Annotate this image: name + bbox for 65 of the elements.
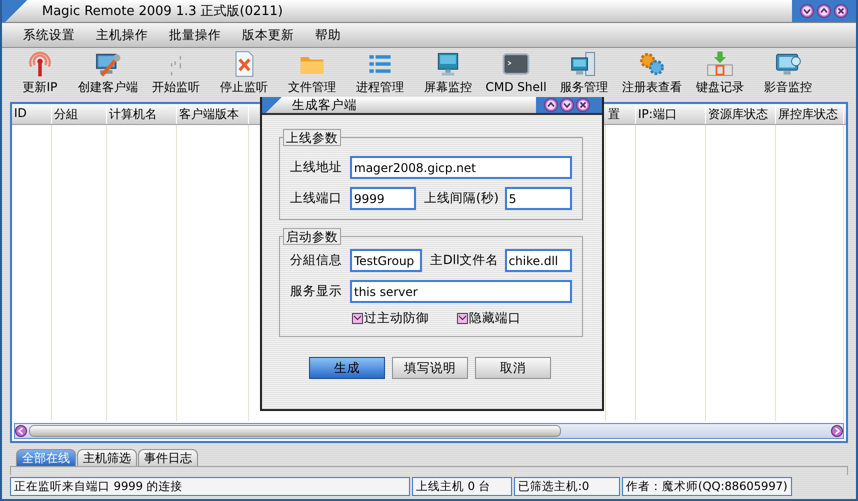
toolbar-button[interactable]: 影音监控 [754, 48, 822, 96]
column-header[interactable]: 置 [606, 104, 636, 124]
input-field[interactable]: this server [350, 280, 572, 303]
column-header[interactable]: 计算机名 [107, 104, 177, 124]
checkbox[interactable] [457, 313, 468, 324]
menu-item[interactable]: 帮助 [304, 24, 351, 46]
status-field: 已筛选主机:0 [514, 477, 620, 496]
dialog-button[interactable]: 填写说明 [392, 357, 468, 379]
field-label: 服务显示 [290, 283, 343, 300]
up-chevron-icon[interactable] [544, 98, 558, 112]
checkbox-label[interactable]: 过主动防御 [364, 310, 429, 327]
keyboard-icon [705, 49, 735, 79]
toolbar-button[interactable]: 开始监听 [142, 48, 210, 96]
status-field: 作者：魔术师(QQ:88605997) [622, 477, 792, 496]
toolbar-button[interactable]: 创建客户端 [74, 48, 142, 96]
input-field[interactable]: chike.dll [504, 249, 572, 272]
down-chevron-icon[interactable] [800, 4, 814, 18]
status-field: 上线主机 0 台 [412, 477, 512, 496]
input-field[interactable]: 9999 [350, 187, 416, 210]
input-field[interactable]: mager2008.gicp.net [350, 156, 572, 179]
menu-item[interactable]: 系统设置 [12, 24, 85, 46]
toolbar-button[interactable]: 文件管理 [278, 48, 346, 96]
input-field[interactable]: TestGroup [350, 249, 422, 272]
field-label: 分組信息 [290, 252, 343, 269]
tab[interactable]: 事件日志 [138, 449, 198, 466]
group-title: 启动参数 [283, 228, 341, 245]
field-label: 上线端口 [290, 190, 343, 207]
column-header[interactable]: 资源库状态 [706, 104, 776, 124]
menu-item[interactable]: 主机操作 [85, 24, 158, 46]
window-title: Magic Remote 2009 1.3 正式版(0211) [42, 3, 284, 20]
toolbar-button[interactable]: 进程管理 [346, 48, 414, 96]
dialog-button[interactable]: 生成 [309, 357, 385, 379]
menu-item[interactable]: 批量操作 [158, 24, 231, 46]
close-icon[interactable] [576, 98, 590, 112]
input-field[interactable]: 5 [504, 187, 572, 210]
close-icon[interactable] [834, 4, 848, 18]
column-header[interactable]: 客户端版本 [177, 104, 249, 124]
toolbar-button[interactable]: 注册表查看 [618, 48, 686, 96]
checkbox-label[interactable]: 隐藏端口 [469, 310, 521, 327]
up-chevron-icon[interactable] [817, 4, 831, 18]
field-label: 上线地址 [290, 159, 343, 176]
dialog-button[interactable]: 取消 [475, 357, 551, 379]
column-header[interactable]: ID [12, 104, 52, 124]
column-header[interactable]: 屏控库状态 [776, 104, 844, 124]
toolbar-button[interactable]: 键盘记录 [686, 48, 754, 96]
column-header[interactable]: 分組 [52, 104, 107, 124]
field-label: 上线间隔(秒) [423, 190, 500, 207]
toolbar-button[interactable]: 屏幕监控 [414, 48, 482, 96]
status-field: 正在监听来自端口 9999 的连接 [10, 477, 410, 496]
menu-item[interactable]: 版本更新 [231, 24, 304, 46]
toolbar-button[interactable]: 服务管理 [550, 48, 618, 96]
scroll-right-icon[interactable] [831, 425, 843, 437]
down-chevron-icon[interactable] [560, 98, 574, 112]
toolbar-button[interactable]: CMD Shell [482, 48, 550, 96]
field-label: 主Dll文件名 [429, 252, 500, 269]
toolbar-button[interactable]: 更新IP [6, 48, 74, 96]
tab[interactable]: 主机筛选 [77, 449, 137, 466]
group-title: 上线参数 [283, 129, 341, 146]
checkbox[interactable] [352, 313, 363, 324]
column-header[interactable]: IP:端口 [636, 104, 706, 124]
scrollbar-thumb[interactable] [29, 425, 561, 437]
horizontal-scrollbar[interactable] [14, 423, 844, 439]
dialog-title: 生成客户端 [292, 96, 358, 114]
toolbar-button[interactable]: 停止监听 [210, 48, 278, 96]
scroll-left-icon[interactable] [15, 425, 27, 437]
